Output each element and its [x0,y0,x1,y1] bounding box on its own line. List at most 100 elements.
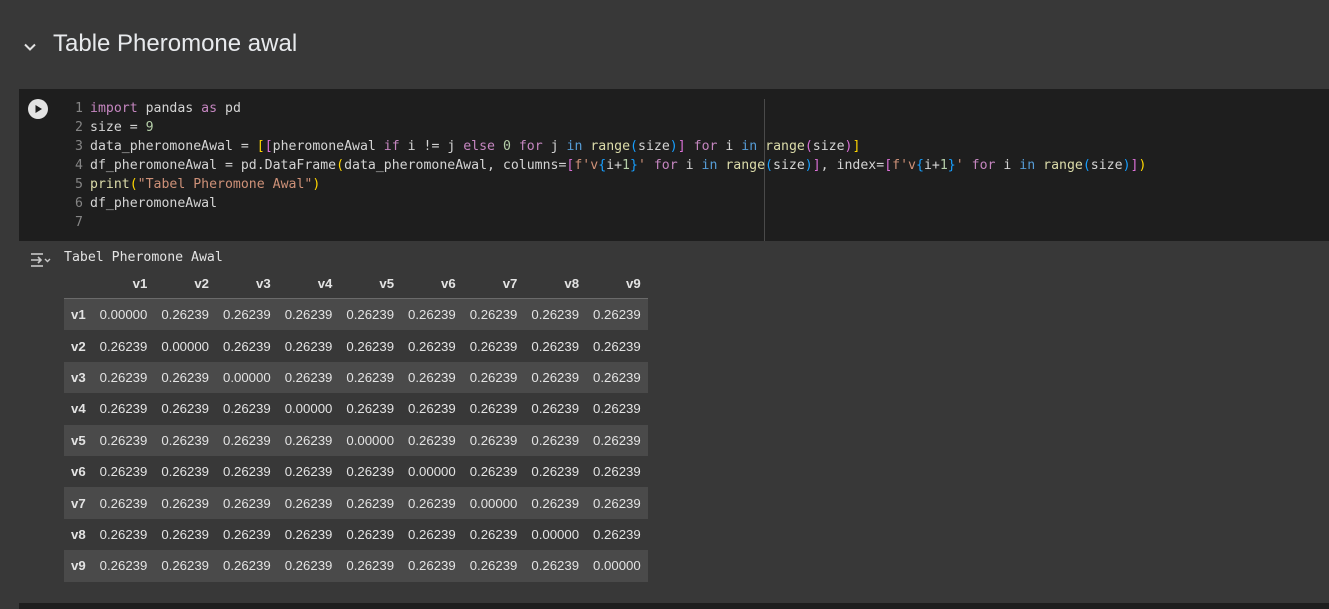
table-cell: 0.26239 [284,432,333,448]
code-cell[interactable]: 1 import pandas as pd 2 size = 9 3 data_phe… [19,89,1329,241]
table-row: v6 0.26239 0.26239 0.26239 0.26239 0.26239 0.0… [64,456,648,487]
column-header: v2 [154,268,217,299]
table-cell: 0.26239 [408,369,456,385]
table-cell: 0.26239 [223,558,271,574]
table-cell: 0.26239 [593,338,641,354]
table-cell: 0.26239 [593,432,641,448]
table-cell: 0.00000 [284,401,333,417]
row-index: v9 [71,558,86,574]
table-cell: 0.26239 [223,495,271,511]
table-cell: 0.26239 [161,526,210,542]
table-cell: 0.26239 [223,432,271,448]
table-cell: 0.26239 [593,495,641,511]
row-index: v6 [71,464,86,480]
table-cell: 0.26239 [469,307,518,323]
table-row: v4 0.26239 0.26239 0.26239 0.00000 0.26239 0.2… [64,393,648,424]
row-index: v4 [71,401,86,417]
stdout-text: Tabel Pheromone Awal [64,250,223,265]
column-header: v6 [401,268,463,299]
table-cell: 0.26239 [346,558,395,574]
code-editor[interactable]: 1 import pandas as pd 2 size = 9 3 data_phe… [69,99,1146,232]
table-cell: 0.00000 [408,464,456,480]
table-cell: 0.26239 [531,401,580,417]
table-row: v7 0.26239 0.26239 0.26239 0.26239 0.26239 0.2… [64,487,648,519]
table-row: v8 0.26239 0.26239 0.26239 0.26239 0.26239 0.2… [64,519,648,550]
table-cell: 0.26239 [531,558,580,574]
table-cell: 0.26239 [284,307,333,323]
table-cell: 0.26239 [469,338,518,354]
table-cell: 0.26239 [346,338,395,354]
code-line: 7 [75,215,83,230]
table-cell: 0.26239 [161,369,210,385]
output-icon[interactable] [29,251,51,269]
row-index: v2 [71,338,86,354]
table-row: v2 0.26239 0.00000 0.26239 0.26239 0.26239 0.2… [64,330,648,361]
table-cell: 0.26239 [99,369,148,385]
table-cell: 0.26239 [469,432,518,448]
row-index: v3 [71,369,86,385]
table-cell: 0.26239 [469,369,518,385]
column-header: v7 [462,268,525,299]
code-line: 2 size = 9 [75,120,154,135]
column-header: v4 [277,268,340,299]
table-cell: 0.26239 [99,495,148,511]
table-cell: 0.26239 [161,558,210,574]
table-cell: 0.26239 [161,307,210,323]
table-cell: 0.00000 [99,307,148,323]
code-line: 6 df_pheromoneAwal [75,196,218,211]
table-cell: 0.26239 [408,495,456,511]
cell-output: Tabel Pheromone Awal v1 v2 v3 v4 v5 v6 v… [19,241,1329,603]
table-cell: 0.26239 [531,432,580,448]
table-cell: 0.26239 [469,464,518,480]
table-row: v1 0.00000 0.26239 0.26239 0.26239 0.26239 0.2… [64,298,648,331]
table-cell: 0.00000 [161,338,210,354]
chevron-down-icon[interactable] [20,37,40,57]
table-cell: 0.26239 [223,307,271,323]
row-index: v8 [71,526,86,542]
table-cell: 0.26239 [593,369,641,385]
table-cell: 0.26239 [593,526,641,542]
table-cell: 0.26239 [284,526,333,542]
table-cell: 0.26239 [346,464,395,480]
table-cell: 0.26239 [593,401,641,417]
table-cell: 0.26239 [223,526,271,542]
table-cell: 0.26239 [161,401,210,417]
table-cell: 0.26239 [161,464,210,480]
table-cell: 0.26239 [223,401,271,417]
table-cell: 0.26239 [531,338,580,354]
section-title[interactable]: Table Pheromone awal [53,30,297,58]
table-cell: 0.26239 [99,464,148,480]
row-index: v5 [71,432,86,448]
table-cell: 0.26239 [161,495,210,511]
table-cell: 0.26239 [346,307,395,323]
table-cell: 0.26239 [346,526,395,542]
column-header: v5 [339,268,402,299]
code-line: 5 print("Tabel Pheromone Awal") [75,177,321,192]
table-row: v9 0.26239 0.26239 0.26239 0.26239 0.26239 0.2… [64,550,648,582]
table-cell: 0.26239 [284,464,333,480]
play-icon[interactable] [28,99,48,119]
column-header: v1 [92,268,155,299]
table-cell: 0.26239 [469,401,518,417]
table-cell: 0.00000 [223,369,271,385]
row-index: v1 [71,307,86,323]
table-cell: 0.26239 [408,338,456,354]
column-header: v3 [216,268,278,299]
table-cell: 0.26239 [99,338,148,354]
column-header: v8 [524,268,587,299]
table-cell: 0.00000 [531,526,580,542]
table-cell: 0.26239 [99,401,148,417]
table-cell: 0.26239 [284,369,333,385]
table-cell: 0.26239 [223,464,271,480]
table-cell: 0.26239 [284,558,333,574]
table-cell: 0.26239 [531,307,580,323]
table-cell: 0.26239 [531,369,580,385]
code-line: 4 df_pheromoneAwal = pd.DataFrame(data_ph… [75,158,1147,173]
dataframe-table: v1 v2 v3 v4 v5 v6 v7 v8 v9 v1 0.00000 0.26… [64,268,648,582]
table-row: v5 0.26239 0.26239 0.26239 0.26239 0.00000 0.2… [64,424,648,456]
table-cell: 0.26239 [99,432,148,448]
table-cell: 0.26239 [408,307,456,323]
table-cell: 0.26239 [346,401,395,417]
table-cell: 0.00000 [346,432,395,448]
table-cell: 0.26239 [284,338,333,354]
